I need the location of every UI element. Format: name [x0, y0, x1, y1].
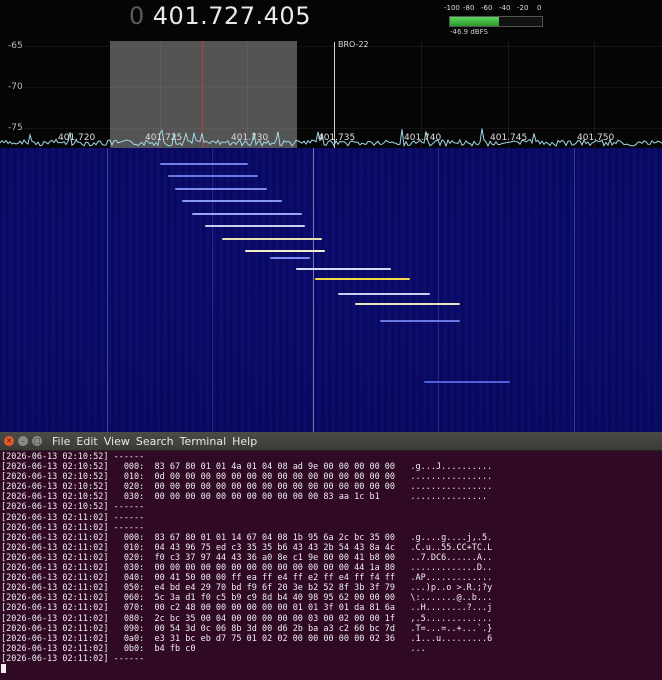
signal-burst [182, 200, 282, 202]
terminal-line: [2026-06-13 02:11:02] 050: e4 bd e4 29 7… [1, 583, 493, 594]
waterfall-spur [212, 148, 213, 432]
terminal-line: [2026-06-13 02:11:02] ------ [1, 522, 145, 533]
signal-burst [192, 213, 302, 215]
x-axis-label: 401.725 [145, 133, 183, 143]
signal-burst [245, 250, 325, 252]
terminal-cursor [1, 663, 6, 673]
terminal-line: [2026-06-13 02:10:52] 000: 83 67 80 01 0… [1, 462, 493, 473]
x-axis-label: 401.735 [318, 133, 356, 143]
signal-burst [315, 278, 410, 280]
terminal-line: [2026-06-13 02:11:02] 070: 00 c2 48 00 0… [1, 603, 493, 614]
terminal-prompt-line [1, 663, 661, 674]
terminal-line: [2026-06-13 02:11:02] 090: 00 54 3d 0c 0… [1, 623, 493, 634]
terminal-titlebar[interactable]: ✕ – □ File Edit View Search Terminal Hel… [0, 432, 662, 451]
minimize-icon[interactable]: – [18, 436, 28, 446]
terminal-line: [2026-06-13 02:11:02] 0a0: e3 31 bc eb d… [1, 633, 493, 644]
terminal-line: [2026-06-13 02:10:52] ------ [1, 452, 145, 462]
menu-help[interactable]: Help [232, 435, 257, 448]
terminal-line: [2026-06-13 02:11:02] 000: 83 67 80 01 0… [1, 532, 493, 543]
terminal-line: [2026-06-13 02:11:02] 0b0: b4 fb c0 ... [1, 643, 426, 654]
terminal-output[interactable]: [2026-06-13 02:10:52] ------ [2026-06-13 … [1, 452, 661, 680]
signal-burst [338, 293, 430, 295]
terminal-line: [2026-06-13 02:11:02] ------ [1, 512, 145, 523]
terminal-menubar: File Edit View Search Terminal Help [52, 435, 257, 448]
signal-burst [168, 175, 258, 177]
terminal-line: [2026-06-13 02:11:02] 080: 2c bc 35 00 0… [1, 613, 493, 624]
signal-burst [205, 225, 305, 227]
x-axis-label: 401.720 [58, 133, 96, 143]
terminal-line: [2026-06-13 02:11:02] 030: 00 00 00 00 0… [1, 563, 493, 574]
terminal-line: [2026-06-13 02:11:02] 010: 04 43 96 75 e… [1, 542, 493, 553]
waterfall-spur [313, 148, 314, 432]
waterfall-spur [438, 148, 439, 432]
fft-trace [0, 128, 662, 148]
terminal-line: [2026-06-13 02:10:52] 020: 00 00 00 00 0… [1, 482, 493, 493]
signal-burst [355, 303, 460, 305]
menu-terminal[interactable]: Terminal [180, 435, 227, 448]
x-axis-label: 401.745 [490, 133, 528, 143]
terminal-window[interactable]: ✕ – □ File Edit View Search Terminal Hel… [0, 432, 662, 680]
signal-burst [160, 163, 248, 165]
signal-burst [424, 381, 510, 383]
spectrum-panel[interactable]: 0 401.727.405 -100 -80 -60 -40 -20 0 -46.… [0, 0, 662, 148]
menu-view[interactable]: View [104, 435, 130, 448]
terminal-line: [2026-06-13 02:10:52] 030: 00 00 00 00 0… [1, 492, 488, 503]
waterfall-display[interactable] [0, 148, 662, 432]
terminal-line: [2026-06-13 02:10:52] 010: 0d 00 00 00 0… [1, 472, 493, 483]
menu-edit[interactable]: Edit [76, 435, 97, 448]
signal-burst [175, 188, 267, 190]
signal-burst [270, 257, 310, 259]
signal-burst [380, 320, 460, 322]
menu-file[interactable]: File [52, 435, 70, 448]
terminal-line: [2026-06-13 02:10:52] ------ [1, 502, 145, 513]
x-axis-label: 401.750 [577, 133, 615, 143]
maximize-icon[interactable]: □ [32, 436, 42, 446]
close-icon[interactable]: ✕ [4, 436, 14, 446]
terminal-line: [2026-06-13 02:11:02] ------ [1, 653, 145, 664]
waterfall-spur [107, 148, 108, 432]
signal-burst [296, 268, 391, 270]
terminal-line: [2026-06-13 02:11:02] 020: f0 c3 37 97 4… [1, 552, 493, 563]
x-axis-label: 401.740 [404, 133, 442, 143]
x-axis-label: 401.730 [231, 133, 269, 143]
terminal-line: [2026-06-13 02:11:02] 060: 5c 3a d1 f0 c… [1, 593, 493, 604]
waterfall-spur [574, 148, 575, 432]
menu-search[interactable]: Search [136, 435, 174, 448]
terminal-line: [2026-06-13 02:11:02] 040: 00 41 50 00 0… [1, 573, 493, 584]
signal-burst [222, 238, 322, 240]
